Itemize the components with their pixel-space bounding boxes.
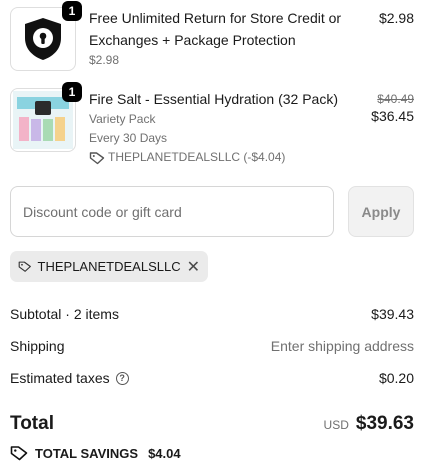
line-item-fire-salt: 1 Fire Salt - Essential Hydration (32 Pa…: [10, 82, 414, 167]
subtotal-label: Subtotal · 2 items: [10, 306, 119, 322]
total-amount: USD $39.63: [324, 413, 414, 435]
item-name: Free Unlimited Return for Store Credit o…: [89, 10, 342, 48]
line-item-protection: 1 Free Unlimited Return for Store Credit…: [10, 1, 414, 73]
shipping-row: Shipping Enter shipping address: [10, 336, 414, 356]
subtotal-row: Subtotal · 2 items $39.43: [10, 304, 414, 324]
taxes-label: Estimated taxes: [10, 370, 110, 386]
shipping-label: Shipping: [10, 338, 65, 354]
original-price: $40.49: [377, 92, 414, 106]
savings-label: TOTAL SAVINGS: [35, 445, 139, 461]
taxes-value: $0.20: [378, 370, 414, 386]
applied-discount-chip: THEPLANETDEALSLLC ✕: [10, 251, 208, 282]
applied-code-label: THEPLANETDEALSLLC: [37, 259, 181, 274]
tag-icon: [89, 151, 105, 164]
quantity-badge: 1: [62, 82, 82, 102]
item-price: $36.45: [371, 108, 414, 124]
taxes-label-group: Estimated taxes ?: [10, 370, 129, 386]
total-value: $39.63: [355, 413, 414, 434]
savings-value: $4.04: [148, 445, 181, 461]
item-info: Fire Salt - Essential Hydration (32 Pack…: [89, 88, 347, 167]
shield-lock-icon: [25, 18, 61, 60]
remove-discount-icon[interactable]: ✕: [187, 257, 200, 277]
product-thumbnail: 1: [10, 82, 82, 152]
quantity-badge: 1: [62, 1, 82, 21]
subtotal-value: $39.43: [371, 306, 414, 322]
item-unit-price: $2.98: [89, 53, 120, 67]
total-row: Total USD $39.63: [10, 411, 414, 437]
item-variant: Variety Pack: [89, 112, 156, 126]
product-thumbnail: 1: [10, 1, 82, 71]
apply-button[interactable]: Apply: [348, 186, 414, 237]
item-discount: THEPLANETDEALSLLC (-$4.04): [89, 148, 347, 167]
discount-placeholder: Discount code or gift card: [23, 203, 182, 220]
currency-code: USD: [323, 418, 349, 432]
item-price-block: $40.49 $36.45: [371, 92, 414, 124]
item-discount-text: THEPLANETDEALSLLC (-$4.04): [108, 150, 286, 164]
item-info: Free Unlimited Return for Store Credit o…: [89, 7, 347, 70]
item-frequency: Every 30 Days: [89, 131, 168, 145]
total-label: Total: [10, 413, 54, 434]
tag-icon: [10, 446, 28, 461]
taxes-row: Estimated taxes ? $0.20: [10, 368, 414, 388]
discount-code-input[interactable]: Discount code or gift card: [10, 186, 334, 237]
item-price: $2.98: [378, 10, 414, 26]
tag-icon: [18, 261, 31, 272]
help-icon[interactable]: ?: [115, 371, 129, 385]
total-savings: TOTAL SAVINGS $4.04: [10, 445, 181, 461]
shipping-value: Enter shipping address: [270, 338, 414, 354]
item-name: Fire Salt - Essential Hydration (32 Pack…: [89, 91, 338, 107]
